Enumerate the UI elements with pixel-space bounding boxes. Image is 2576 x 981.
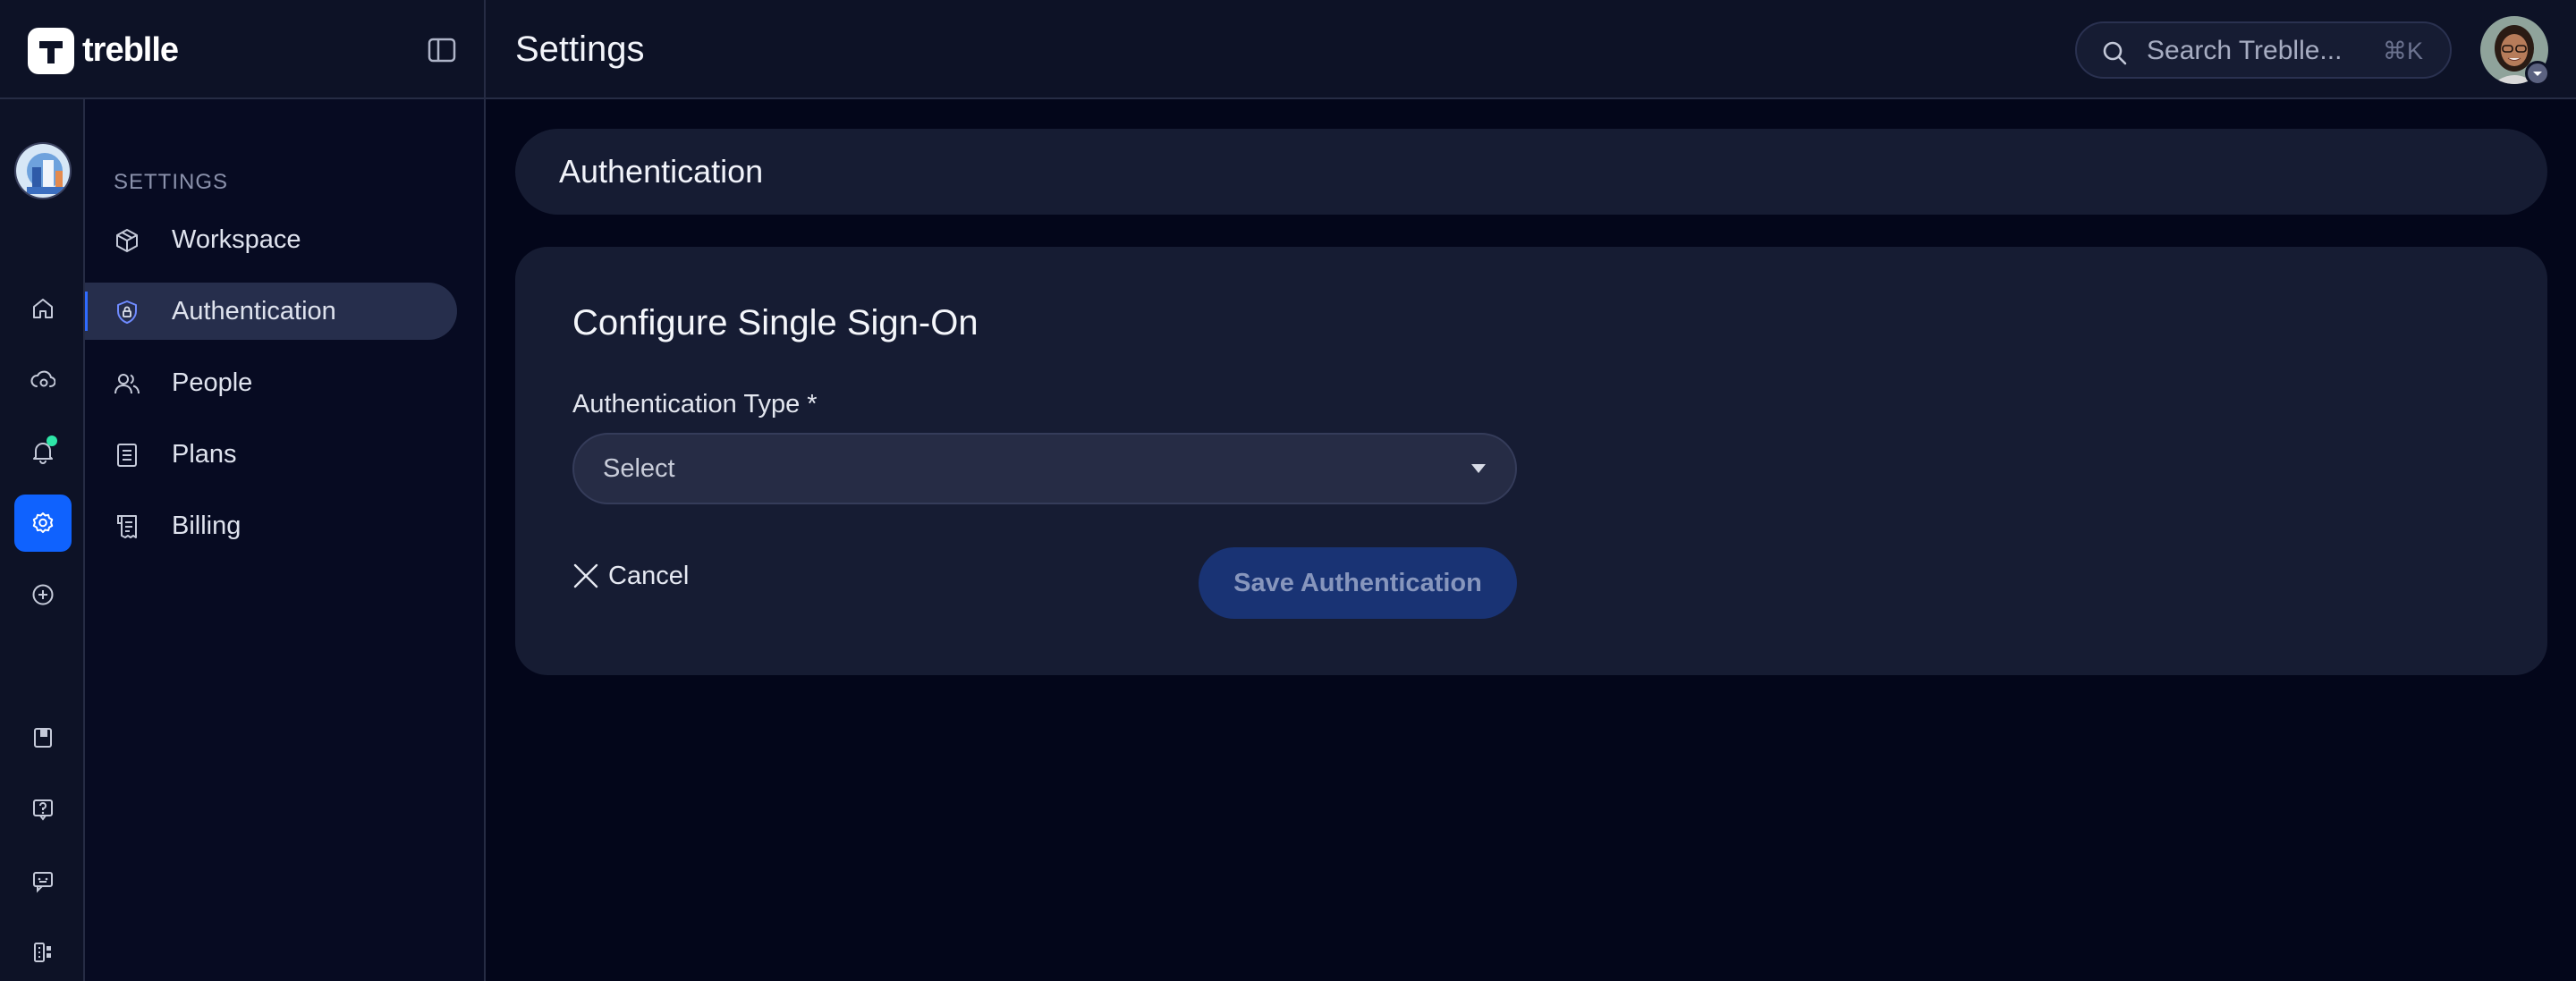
rail-api-dashboard[interactable]: [14, 351, 72, 409]
caret-down-icon: [1471, 464, 1486, 473]
apps-icon: [34, 943, 51, 962]
sidebar-item-plans[interactable]: Plans: [85, 426, 457, 483]
workspace-avatar[interactable]: [14, 142, 72, 199]
top-bar: treblle Settings Search Treblle... ⌘K: [0, 0, 2576, 99]
section-header: Authentication: [515, 129, 2547, 215]
chat-icon: [33, 872, 53, 893]
sidebar-toggle-icon[interactable]: [427, 35, 457, 65]
sidebar-item-authentication[interactable]: Authentication: [85, 283, 457, 340]
rail-add[interactable]: [14, 566, 72, 623]
shield-lock-icon: [117, 300, 137, 324]
user-avatar[interactable]: [2480, 16, 2550, 86]
rail-home[interactable]: [14, 280, 72, 337]
sidebar-item-label: Authentication: [172, 297, 336, 326]
book-icon: [34, 728, 52, 748]
rail-feedback[interactable]: [14, 852, 72, 909]
close-icon: [573, 563, 598, 588]
brand-area: treblle: [0, 0, 486, 99]
sidebar-item-label: Billing: [172, 512, 242, 540]
help-icon: [33, 799, 53, 821]
search-icon: [2101, 39, 2128, 66]
auth-type-select-value: Select: [603, 454, 675, 483]
sidebar-item-billing[interactable]: Billing: [85, 497, 457, 554]
sidebar-item-label: People: [172, 368, 253, 397]
save-authentication-button[interactable]: Save Authentication: [1199, 547, 1517, 619]
cloud-gear-icon: [30, 370, 55, 387]
sidebar-item-label: Workspace: [172, 225, 301, 254]
plus-circle-icon: [32, 584, 54, 605]
auth-type-select[interactable]: Select: [572, 433, 1517, 504]
receipt-icon: [117, 515, 137, 538]
search-placeholder: Search Treblle...: [2147, 36, 2343, 65]
search-shortcut: ⌘K: [2382, 38, 2423, 64]
cube-icon: [116, 229, 138, 252]
sidebar-item-workspace[interactable]: Workspace: [85, 211, 457, 268]
search-bar[interactable]: Search Treblle... ⌘K: [2075, 21, 2452, 79]
page-title: Settings: [515, 30, 645, 69]
rail-settings[interactable]: [14, 495, 72, 552]
section-title: Authentication: [559, 153, 764, 190]
rail-docs[interactable]: [14, 709, 72, 766]
document-icon: [117, 444, 137, 467]
brand-name: treblle: [82, 31, 179, 69]
rail-help[interactable]: [14, 781, 72, 838]
card-title: Configure Single Sign-On: [572, 303, 979, 343]
sso-config-card: Configure Single Sign-On Authentication …: [515, 247, 2547, 675]
notification-indicator: [47, 436, 57, 446]
people-icon: [114, 374, 140, 394]
settings-sidebar: SETTINGS Workspace Authentication People: [85, 99, 486, 981]
rail-notifications[interactable]: [14, 423, 72, 480]
sidebar-heading: SETTINGS: [114, 170, 229, 194]
auth-type-label: Authentication Type *: [572, 390, 818, 419]
gear-icon: [32, 512, 54, 533]
chevron-down-icon: [2525, 61, 2550, 86]
home-icon: [33, 299, 53, 318]
rail-apps[interactable]: [14, 924, 72, 981]
treblle-logo-icon[interactable]: [28, 28, 74, 74]
icon-rail: [0, 99, 85, 981]
sidebar-item-label: Plans: [172, 440, 237, 469]
cancel-button-label: Cancel: [608, 562, 690, 590]
sidebar-item-people[interactable]: People: [85, 354, 457, 411]
